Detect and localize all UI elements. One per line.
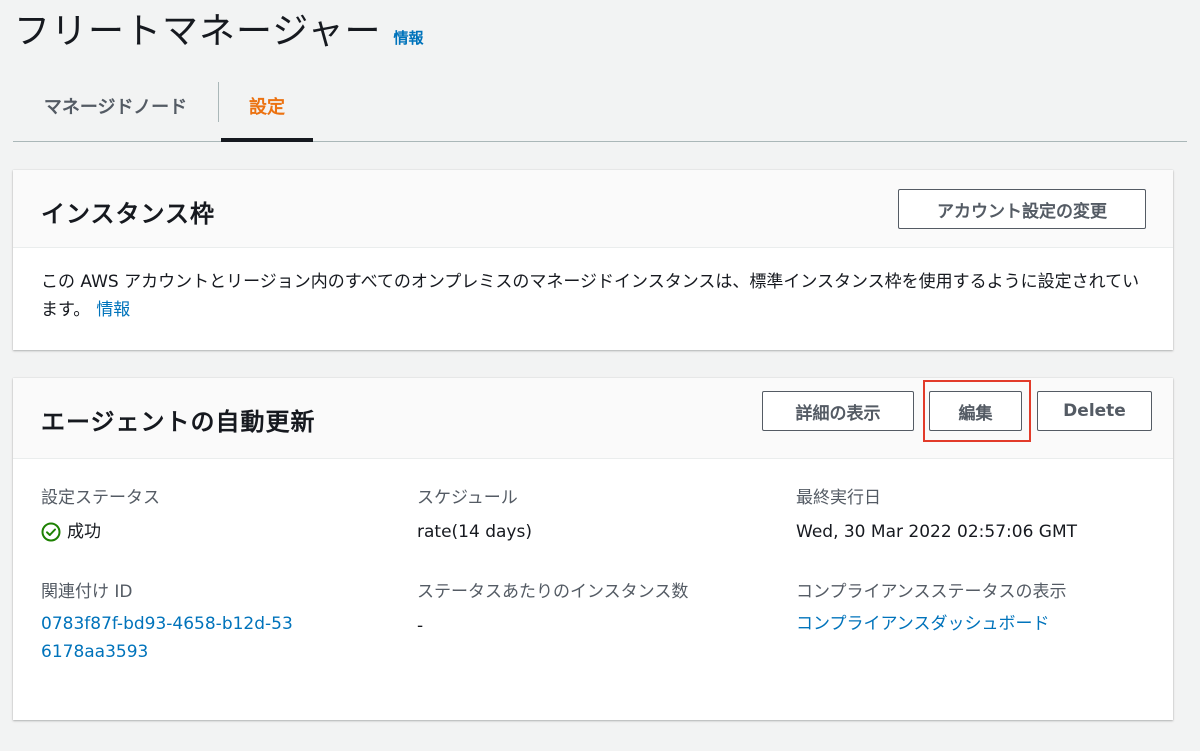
instances-per-status-field: ステータスあたりのインスタンス数 - — [417, 580, 688, 638]
tab-settings[interactable]: 設定 — [221, 70, 313, 142]
instance-quota-title: インスタンス枠 — [41, 200, 216, 228]
agent-auto-update-title: エージェントの自動更新 — [41, 408, 316, 436]
schedule-label: スケジュール — [417, 488, 518, 508]
instances-per-status-label: ステータスあたりのインスタンス数 — [417, 582, 689, 602]
association-id-link[interactable]: 0783f87f-bd93-4658-b12d-536178aa3593 — [41, 610, 301, 666]
config-status-text: 成功 — [67, 522, 101, 542]
instance-quota-description-text: この AWS アカウントとリージョン内のすべてのオンプレミスのマネージドインスタ… — [41, 272, 1140, 320]
compliance-label: コンプライアンスステータスの表示 — [796, 582, 1067, 602]
instance-quota-description: この AWS アカウントとリージョン内のすべてのオンプレミスのマネージドインスタ… — [41, 268, 1151, 324]
compliance-field: コンプライアンスステータスの表示 コンプライアンスダッシュボード — [796, 580, 1066, 638]
tab-bar: マネージドノード 設定 — [13, 70, 1187, 142]
association-id-field: 関連付け ID 0783f87f-bd93-4658-b12d-536178aa… — [41, 580, 301, 666]
instance-quota-header: インスタンス枠 アカウント設定の変更 — [13, 170, 1173, 248]
schedule-value: rate(14 days) — [417, 522, 532, 542]
check-circle-icon — [41, 522, 61, 542]
config-status-label: 設定ステータス — [41, 488, 160, 508]
schedule-field: スケジュール rate(14 days) — [417, 486, 532, 544]
instance-quota-info-link[interactable]: 情報 — [96, 300, 130, 320]
view-details-button[interactable]: 詳細の表示 — [762, 391, 914, 431]
last-run-field: 最終実行日 Wed, 30 Mar 2022 02:57:06 GMT — [796, 486, 1077, 544]
instance-quota-card: インスタンス枠 アカウント設定の変更 この AWS アカウントとリージョン内のす… — [13, 170, 1173, 350]
tab-managed-nodes[interactable]: マネージドノード — [13, 70, 218, 141]
compliance-dashboard-link[interactable]: コンプライアンスダッシュボード — [796, 610, 1066, 638]
tab-divider — [218, 82, 219, 122]
delete-button[interactable]: Delete — [1037, 391, 1152, 431]
instances-per-status-value: - — [417, 616, 424, 636]
config-status-field: 設定ステータス 成功 — [41, 486, 160, 544]
fleet-manager-page: フリートマネージャー 情報 マネージドノード 設定 インスタンス枠 アカウント設… — [0, 0, 1200, 751]
edit-button[interactable]: 編集 — [929, 391, 1022, 431]
association-id-label: 関連付け ID — [41, 582, 133, 602]
agent-auto-update-header: エージェントの自動更新 詳細の表示 編集 Delete — [13, 378, 1173, 459]
last-run-label: 最終実行日 — [796, 488, 881, 508]
change-account-settings-button[interactable]: アカウント設定の変更 — [898, 189, 1146, 229]
last-run-value: Wed, 30 Mar 2022 02:57:06 GMT — [796, 522, 1078, 542]
config-status-value: 成功 — [41, 520, 160, 544]
agent-auto-update-card: エージェントの自動更新 詳細の表示 編集 Delete 設定ステータス 成功 ス… — [13, 378, 1173, 720]
page-title: フリートマネージャー — [14, 11, 382, 52]
header-info-link[interactable]: 情報 — [393, 27, 423, 48]
page-header: フリートマネージャー 情報 — [14, 8, 424, 56]
